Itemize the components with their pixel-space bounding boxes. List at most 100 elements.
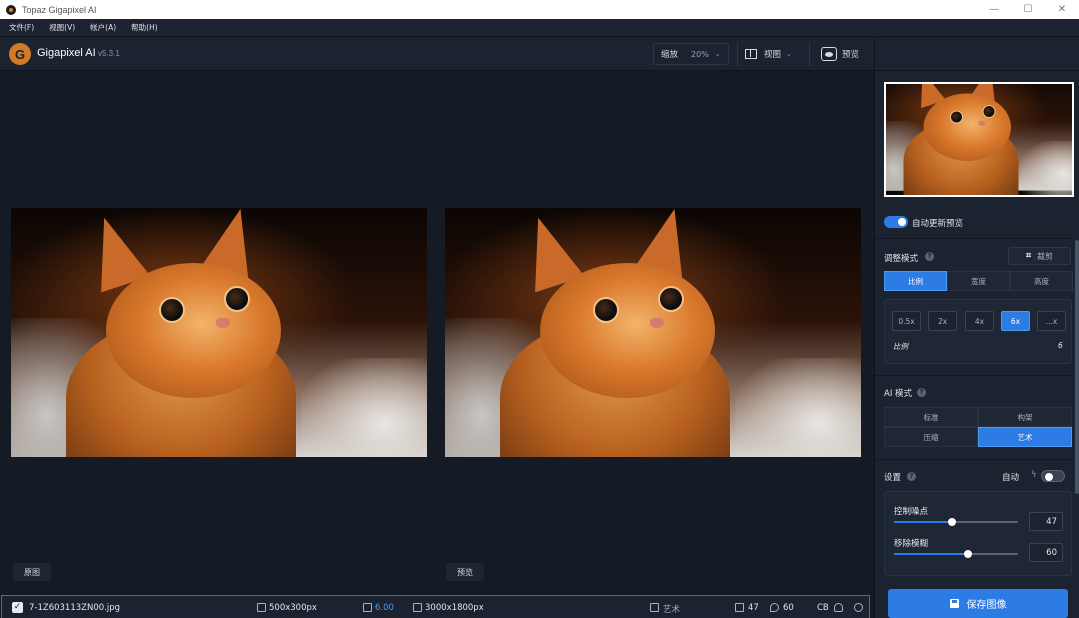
original-image[interactable] — [11, 208, 427, 457]
divider — [875, 459, 1074, 460]
noise-slider-label: 控制噪点 — [894, 507, 929, 517]
tab-scale[interactable]: 比例 — [884, 271, 947, 291]
noise-value: 47 — [748, 603, 759, 613]
scale-option-2x[interactable]: 2x — [928, 311, 957, 331]
scale-icon — [363, 603, 372, 612]
menu-help[interactable]: 帮助(H) — [131, 22, 158, 33]
scale-option-0-5x[interactable]: 0.5x — [892, 311, 921, 331]
blur-slider-label: 移除模糊 — [894, 539, 929, 549]
header-divider — [737, 42, 738, 66]
gigapixel-logo-icon: G — [9, 43, 31, 65]
lightning-icon: ϟ — [1031, 470, 1037, 480]
menu-file[interactable]: 文件(F) — [9, 22, 34, 33]
zoom-dropdown[interactable]: 缩放 20% ⌄ — [653, 43, 729, 65]
scale-option-4x[interactable]: 4x — [965, 311, 994, 331]
ai-mode-title: AI 模式 — [884, 389, 913, 399]
save-label: 保存图像 — [966, 600, 1007, 611]
original-image-label: 原图 — [13, 563, 51, 581]
auto-settings-toggle[interactable] — [1041, 470, 1065, 482]
view-label: 视图 — [764, 50, 782, 60]
app-icon — [6, 4, 16, 15]
title-bar: Topaz Gigapixel AI — ☐ ✕ — [0, 0, 1079, 19]
save-image-button[interactable]: 保存图像 — [888, 589, 1068, 618]
blur-value: 60 — [783, 603, 794, 613]
eye-icon — [821, 47, 837, 61]
ai-mode-art[interactable]: 艺术 — [978, 427, 1072, 447]
noise-value-input[interactable]: 47 — [1029, 512, 1063, 531]
preview-label: 预览 — [842, 50, 860, 60]
crop-button[interactable]: ⌗ 裁剪 — [1008, 247, 1071, 265]
ai-mode-icon — [650, 603, 659, 612]
ai-mode-architecture[interactable]: 构架 — [978, 407, 1072, 427]
input-size: 500x300px — [269, 603, 317, 613]
divider — [875, 375, 1074, 376]
header-divider — [809, 42, 810, 66]
input-size-icon — [257, 603, 266, 612]
divider — [875, 238, 1074, 239]
tab-height[interactable]: 高度 — [1010, 271, 1073, 291]
blur-drop-icon — [770, 603, 779, 612]
view-dropdown[interactable]: 视图 ⌄ — [745, 43, 792, 65]
auto-update-toggle[interactable] — [884, 216, 908, 228]
menu-bar: 文件(F) 视图(V) 帐户(A) 帮助(H) — [0, 19, 1079, 37]
ai-mode-value: 艺术 — [663, 605, 681, 615]
chevron-down-icon: ⌄ — [714, 50, 721, 58]
face-icon — [834, 603, 843, 612]
remove-icon[interactable] — [854, 603, 863, 612]
maximize-button[interactable]: ☐ — [1011, 0, 1045, 19]
help-icon[interactable]: ? — [907, 472, 916, 481]
output-size: 3000x1800px — [425, 603, 484, 613]
chevron-down-icon: ⌄ — [786, 50, 792, 58]
image-workspace: 原图 预览 — [0, 71, 874, 618]
blur-slider-handle[interactable] — [964, 550, 973, 558]
auto-update-label: 自动更新预览 — [912, 219, 964, 229]
scale-options: 0.5x 2x 4x 6x ...x 比例 6 — [884, 299, 1072, 364]
noise-slider-handle[interactable] — [948, 518, 957, 526]
blur-value-input[interactable]: 60 — [1029, 543, 1063, 562]
settings-panel: 自动更新预览 调整模式 ? ⌗ 裁剪 比例 宽度 高度 0.5x 2x 4x 6… — [874, 37, 1079, 618]
scale-value: 6 — [1058, 341, 1063, 350]
preview-toggle-button[interactable]: 预览 — [821, 43, 859, 65]
navigator-thumbnail[interactable] — [884, 82, 1074, 197]
noise-slider[interactable] — [894, 518, 1018, 526]
split-view-icon — [745, 49, 757, 59]
help-icon[interactable]: ? — [925, 252, 934, 261]
adjust-mode-title: 调整模式 — [884, 254, 919, 264]
window-controls: — ☐ ✕ — [977, 0, 1079, 19]
app-header: G Gigapixel AI v5.3.1 缩放 20% ⌄ 视图 ⌄ 预览 — [0, 37, 874, 71]
preview-image[interactable] — [445, 208, 861, 457]
zoom-label: 缩放 — [661, 50, 679, 60]
file-list-row[interactable]: ✓ 7-1Z603113ZN00.jpg 500x300px 6.00 3000… — [1, 595, 870, 618]
ai-mode-compressed[interactable]: 压缩 — [884, 427, 978, 447]
output-size-icon — [413, 603, 422, 612]
minimize-button[interactable]: — — [977, 0, 1011, 19]
menu-account[interactable]: 帐户(A) — [90, 22, 116, 33]
scale-option-custom[interactable]: ...x — [1037, 311, 1066, 331]
save-icon — [949, 599, 959, 608]
app-version: v5.3.1 — [98, 49, 120, 58]
crop-label: 裁剪 — [1037, 251, 1054, 261]
file-checkbox[interactable]: ✓ — [12, 601, 23, 613]
help-icon[interactable]: ? — [917, 388, 926, 397]
settings-title: 设置 — [884, 473, 902, 483]
blur-slider[interactable] — [894, 550, 1018, 558]
ai-mode-standard[interactable]: 标准 — [884, 407, 978, 427]
preview-image-label: 预览 — [446, 563, 484, 581]
settings-sliders: 控制噪点 47 移除模糊 60 — [884, 491, 1072, 576]
zoom-value: 20% — [691, 49, 709, 59]
color-mode-value: CB — [817, 603, 829, 613]
file-name: 7-1Z603113ZN00.jpg — [29, 603, 121, 613]
auto-label: 自动 — [1002, 473, 1020, 483]
menu-view[interactable]: 视图(V) — [49, 22, 75, 33]
crop-icon: ⌗ — [1025, 251, 1032, 261]
app-name: Gigapixel AI — [37, 47, 96, 59]
panel-scrollbar[interactable] — [1075, 240, 1079, 494]
window-title: Topaz Gigapixel AI — [22, 4, 97, 15]
scale-value: 6.00 — [375, 603, 394, 613]
panel-header — [875, 37, 1079, 71]
noise-icon — [735, 603, 744, 612]
scale-option-6x[interactable]: 6x — [1001, 311, 1030, 331]
scale-label: 比例 — [893, 342, 908, 351]
close-button[interactable]: ✕ — [1045, 0, 1079, 19]
tab-width[interactable]: 宽度 — [947, 271, 1010, 291]
